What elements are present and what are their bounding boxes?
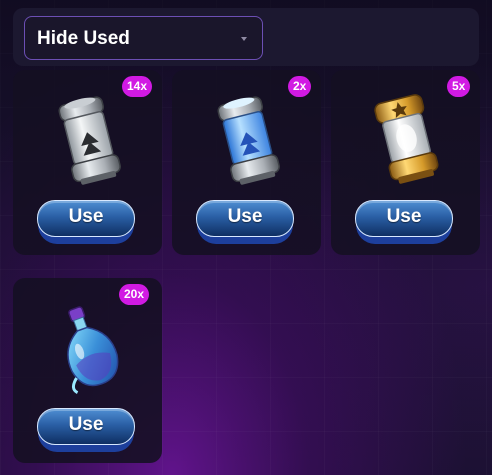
use-button-label: Use: [386, 206, 422, 227]
item-card: Use: [13, 70, 162, 255]
use-button[interactable]: Use: [37, 200, 135, 244]
blue-potion-bottle-icon: [67, 306, 119, 394]
item-count-badge: 14x: [122, 76, 153, 97]
use-button[interactable]: Use: [355, 200, 453, 244]
use-button-label: Use: [68, 414, 104, 435]
chevron-down-icon: [241, 37, 247, 41]
item-count-badge: 2x: [288, 76, 312, 97]
use-button-label: Use: [68, 206, 104, 227]
filter-bar: Hide Used: [13, 8, 479, 66]
filter-dropdown[interactable]: Hide Used: [24, 16, 263, 60]
item-card: Use: [13, 278, 162, 463]
item-count-badge: 5x: [447, 76, 471, 97]
filter-selected-label: Hide Used: [37, 28, 130, 49]
silver-canister-icon: [58, 96, 121, 185]
item-card: Use: [331, 70, 480, 255]
use-button-label: Use: [227, 206, 263, 227]
item-count-badge: 20x: [119, 284, 150, 305]
blue-canister-icon: [217, 96, 280, 185]
use-button[interactable]: Use: [37, 408, 135, 452]
use-button[interactable]: Use: [196, 200, 294, 244]
gold-star-canister-icon: [374, 94, 439, 184]
item-card: Use: [172, 70, 321, 255]
